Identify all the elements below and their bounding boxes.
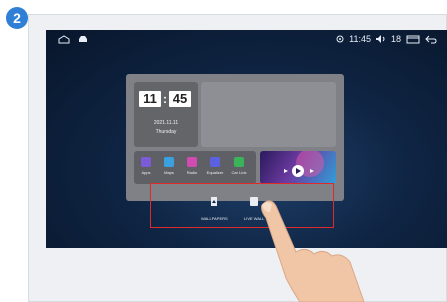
equalizer-icon — [210, 157, 220, 167]
clock-widget[interactable]: 11 : 45 2021.11.11 Thursday — [134, 82, 198, 147]
live-wallpaper-option[interactable]: LIVE WALL — [244, 194, 265, 221]
car-icon[interactable] — [78, 35, 88, 44]
apps-grid-icon — [141, 157, 151, 167]
status-right-group: 11:45 18 — [336, 34, 437, 44]
app-label: Equalizer — [206, 170, 224, 175]
app-car-link[interactable]: Car Link — [230, 157, 248, 175]
step-number-badge: 2 — [6, 7, 28, 29]
app-equalizer[interactable]: Equalizer — [206, 157, 224, 175]
app-label: Apps — [141, 170, 151, 175]
volume-icon[interactable] — [375, 35, 386, 43]
car-link-icon — [234, 157, 244, 167]
live-wallpaper-label: LIVE WALL — [244, 216, 265, 221]
location-icon — [336, 35, 344, 43]
window-icon[interactable] — [406, 35, 420, 44]
app-label: Maps — [164, 170, 174, 175]
radio-icon — [187, 157, 197, 167]
highlight-box — [150, 183, 334, 228]
app-label: Car Link — [231, 170, 247, 175]
wallpapers-label: WALLPAPERS — [201, 216, 228, 221]
wallpapers-option[interactable]: WALLPAPERS — [201, 194, 228, 221]
live-wallpaper-icon — [250, 197, 259, 206]
status-bar: 11:45 18 — [46, 30, 447, 50]
media-widget[interactable] — [260, 151, 336, 184]
wallpaper-icon — [211, 197, 218, 206]
head-unit-screen: 11:45 18 11 : 45 2021.11.11 Thursday App… — [46, 30, 447, 248]
clock-weekday: Thursday — [155, 129, 177, 135]
widget-placeholder[interactable] — [201, 82, 336, 147]
volume-level: 18 — [390, 34, 401, 44]
instruction-figure: 2 11:45 18 11: 45 2021.11.11 Thursday A… — [0, 0, 447, 302]
clock-minute: 45 — [169, 91, 191, 107]
app-label: Radio — [186, 170, 198, 175]
clock-hour: 11 — [139, 91, 161, 107]
back-icon[interactable] — [425, 35, 437, 44]
apps-widget: Apps Maps Radio Equalizer Car Link — [134, 151, 256, 184]
clock-date: 2021.11.11 — [153, 120, 179, 126]
home-icon[interactable] — [58, 35, 70, 44]
app-radio[interactable]: Radio — [183, 157, 201, 175]
map-pin-icon — [164, 157, 174, 167]
status-time: 11:45 — [349, 34, 371, 44]
app-apps[interactable]: Apps — [137, 157, 155, 175]
clock-colon: : — [163, 92, 167, 106]
app-maps[interactable]: Maps — [160, 157, 178, 175]
previous-icon — [284, 169, 288, 173]
media-artwork — [284, 151, 324, 177]
